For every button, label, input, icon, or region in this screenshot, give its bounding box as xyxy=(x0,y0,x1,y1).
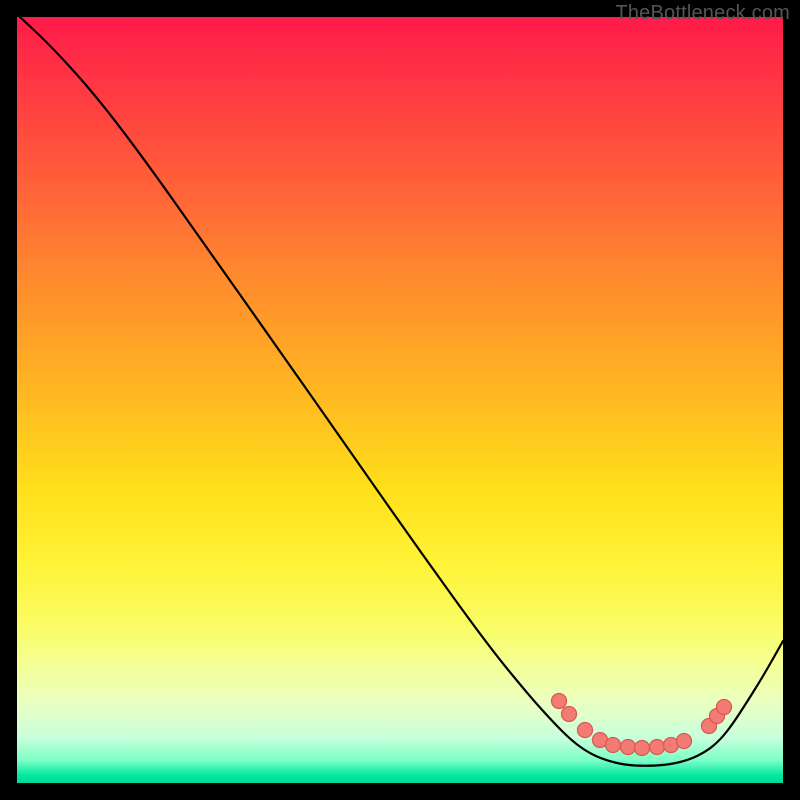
data-dot xyxy=(578,723,593,738)
data-dot xyxy=(677,734,692,749)
data-dot xyxy=(606,738,621,753)
data-dot xyxy=(650,740,665,755)
data-dot xyxy=(562,707,577,722)
data-dot xyxy=(635,741,650,756)
data-dot xyxy=(621,740,636,755)
plot-svg xyxy=(17,17,783,783)
data-dot xyxy=(552,694,567,709)
bottleneck-curve xyxy=(20,17,783,766)
data-dot xyxy=(717,700,732,715)
